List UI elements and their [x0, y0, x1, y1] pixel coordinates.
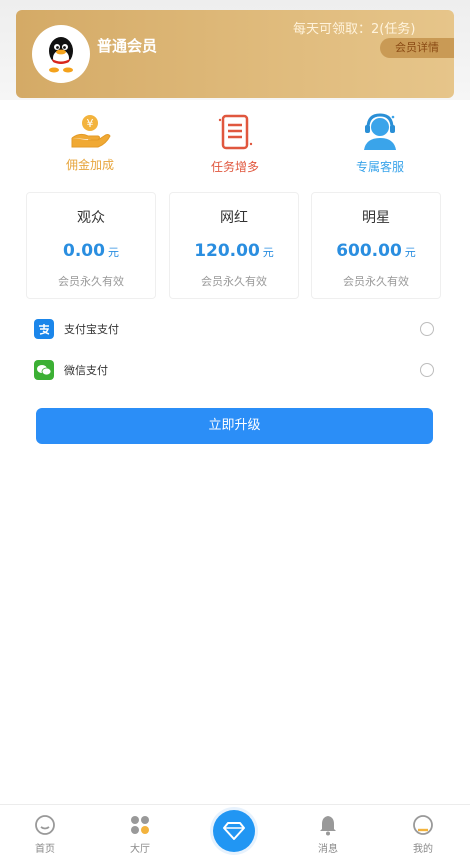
daily-quota-text: 每天可领取：2(任务) [293, 22, 416, 37]
plan-price: 120.00 元 [194, 241, 274, 261]
hall-icon [131, 816, 149, 834]
payment-option-wechat[interactable]: 微信支付 [34, 359, 434, 381]
penguin-avatar-icon [49, 37, 73, 73]
tab-messages-label: 消息 [318, 844, 338, 855]
benefit-support-label: 专属客服 [355, 160, 404, 174]
profile-icon [413, 815, 433, 835]
plan-price: 0.00 元 [63, 241, 119, 261]
bell-icon [320, 816, 336, 836]
payment-label: 微信支付 [64, 364, 108, 377]
member-details-button[interactable]: 会员详情 [380, 38, 454, 58]
tab-home[interactable]: 首页 [15, 813, 75, 855]
plan-name: 网红 [220, 210, 248, 226]
tab-vip[interactable] [213, 810, 255, 852]
plan-name: 观众 [77, 210, 105, 226]
payment-label: 支付宝支付 [64, 323, 119, 336]
alipay-radio[interactable] [420, 322, 434, 336]
wechat-radio[interactable] [420, 363, 434, 377]
document-icon [218, 114, 253, 150]
avatar[interactable] [32, 25, 90, 83]
payment-option-alipay[interactable]: 支付宝支付 [34, 318, 434, 340]
upgrade-button[interactable]: 立即升级 [36, 408, 433, 444]
plan-validity: 会员永久有效 [343, 275, 409, 288]
headset-service-icon [364, 113, 396, 150]
alipay-icon [34, 319, 54, 339]
hand-coin-icon: ¥ [71, 115, 111, 148]
plan-validity: 会员永久有效 [201, 275, 267, 288]
benefit-support[interactable]: 专属客服 [320, 112, 440, 175]
benefits-row: ¥ 佣金加成 任务增多 专属客服 [0, 112, 470, 182]
tab-profile-label: 我的 [413, 844, 433, 855]
tab-hall-label: 大厅 [130, 844, 150, 855]
benefit-more-tasks[interactable]: 任务增多 [175, 112, 295, 175]
tab-home-label: 首页 [35, 844, 55, 855]
plan-card-audience[interactable]: 观众 0.00 元 会员永久有效 [26, 192, 156, 299]
plan-card-star[interactable]: 明星 600.00 元 会员永久有效 [311, 192, 441, 299]
member-level-title: 普通会员 [97, 37, 158, 55]
plan-price: 600.00 元 [336, 241, 416, 261]
home-icon [35, 815, 55, 835]
diamond-icon [223, 822, 245, 840]
tab-hall[interactable]: 大厅 [110, 813, 170, 855]
plan-card-influencer[interactable]: 网红 120.00 元 会员永久有效 [169, 192, 299, 299]
tab-messages[interactable]: 消息 [298, 813, 358, 855]
benefit-commission[interactable]: ¥ 佣金加成 [30, 112, 150, 173]
wechat-icon [34, 360, 54, 380]
plan-name: 明星 [362, 210, 390, 226]
benefit-commission-label: 佣金加成 [65, 158, 114, 172]
benefit-more-tasks-label: 任务增多 [210, 160, 259, 174]
plan-validity: 会员永久有效 [58, 275, 124, 288]
plans-grid: 观众 0.00 元 会员永久有效 网红 120.00 元 会员永久有效 明星 600… [26, 192, 442, 300]
tab-profile[interactable]: 我的 [393, 813, 453, 855]
svg-text:¥: ¥ [87, 117, 94, 130]
